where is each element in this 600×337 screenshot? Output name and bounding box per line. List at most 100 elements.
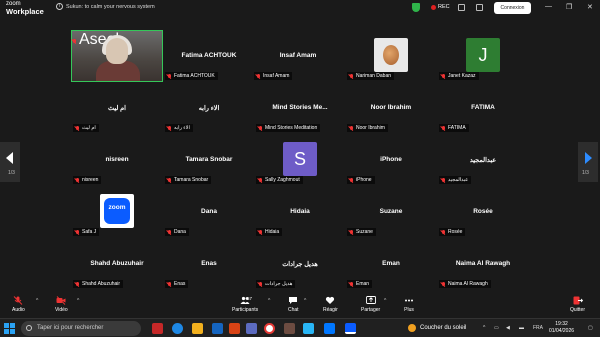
maximize-button[interactable]: ❐: [566, 3, 572, 11]
volume-icon[interactable]: ◀: [506, 325, 510, 331]
app-icon[interactable]: [284, 323, 295, 334]
chrome-icon[interactable]: [264, 323, 275, 334]
chat-button[interactable]: Chat: [288, 296, 299, 313]
react-button[interactable]: Réagir: [323, 296, 338, 313]
close-button[interactable]: ✕: [587, 3, 593, 11]
file-explorer-icon[interactable]: [192, 323, 203, 334]
participant-tile-video[interactable]: Aseel: [71, 30, 163, 82]
participant-name: Mind Stories Me...: [272, 104, 328, 111]
participants-button[interactable]: 57 Participants: [232, 296, 258, 313]
telegram-icon[interactable]: [324, 323, 335, 334]
participant-name: Hidaia: [290, 208, 310, 215]
page-indicator-right: 1/3: [582, 170, 589, 176]
mic-muted-icon: [75, 177, 80, 183]
participant-label: Insaf Amam: [254, 72, 293, 80]
clock-time: 19:32: [555, 321, 568, 327]
view-options-icon[interactable]: [476, 4, 483, 11]
participant-tile[interactable]: هديل جرادات هديل جرادات: [254, 238, 346, 290]
mic-muted-icon: [349, 73, 354, 79]
meeting-info[interactable]: i Sukun: to calm your nervous system: [56, 3, 155, 10]
participant-tile[interactable]: Suzane Suzane: [345, 186, 437, 238]
participant-label: Shahd Abuzuhair: [73, 280, 124, 288]
participant-tile[interactable]: Naima Al Rawagh Naima Al Rawagh: [437, 238, 529, 290]
participants-label: Participants: [232, 307, 259, 313]
taskbar-search-box[interactable]: Taper ici pour rechercher: [21, 321, 141, 336]
store-icon[interactable]: [303, 323, 314, 334]
participant-tile[interactable]: Fatima ACHTOUK Fatima ACHTOUK: [163, 30, 255, 82]
participant-label: nisreen: [73, 176, 102, 184]
video-button[interactable]: Vidéo: [55, 296, 68, 313]
participant-tile[interactable]: zoom Safa J: [71, 186, 163, 238]
participant-name: Insaf Amam: [279, 52, 317, 59]
participant-tile[interactable]: ام ليث ام ليث: [71, 82, 163, 134]
participant-tile[interactable]: J Janet Kazaz: [437, 30, 529, 82]
participant-tile[interactable]: عبدالمجيد عبدالمجيد: [437, 134, 529, 186]
participant-label: Mind Stories Meditation: [256, 124, 321, 132]
participant-tile[interactable]: Shahd Abuzuhair Shahd Abuzuhair: [71, 238, 163, 290]
audio-button[interactable]: Audio: [12, 296, 25, 313]
next-page-arrow-icon[interactable]: [578, 142, 598, 182]
mic-muted-icon: [349, 281, 354, 287]
leave-button[interactable]: Quitter: [570, 296, 585, 313]
brand-line2: Workplace: [6, 7, 44, 16]
participant-tile[interactable]: Nariman Daban: [345, 30, 437, 82]
participant-tile[interactable]: Enas Enas: [163, 238, 255, 290]
participant-tile[interactable]: Hidaia Hidaia: [254, 186, 346, 238]
gallery-view-icon[interactable]: [458, 4, 465, 11]
recording-indicator[interactable]: REC: [431, 4, 450, 10]
language-indicator[interactable]: FRA: [533, 325, 543, 331]
mic-muted-icon: [256, 73, 261, 79]
participant-tile[interactable]: Dana Dana: [163, 186, 255, 238]
notifications-icon[interactable]: ▢: [588, 325, 593, 331]
participant-tile[interactable]: Noor Ibrahim Noor Ibrahim: [345, 82, 437, 134]
battery-icon[interactable]: ▬: [519, 325, 524, 331]
mic-muted-icon: [349, 125, 354, 131]
participant-tile[interactable]: nisreen nisreen: [71, 134, 163, 186]
participant-tile[interactable]: Insaf Amam Insaf Amam: [252, 30, 344, 82]
minimize-button[interactable]: —: [545, 3, 552, 10]
participant-tile[interactable]: Eman Eman: [345, 238, 437, 290]
previous-page-arrow-icon[interactable]: [0, 142, 20, 182]
chat-options-caret-icon[interactable]: ^: [304, 298, 306, 304]
word-icon[interactable]: [212, 323, 223, 334]
connect-button[interactable]: Connexion: [494, 2, 531, 14]
mic-muted-icon: [349, 229, 354, 235]
weather-widget[interactable]: Coucher du soleil: [408, 324, 466, 332]
pdf-reader-icon[interactable]: [152, 323, 163, 334]
participants-options-caret-icon[interactable]: ^: [268, 298, 270, 304]
participant-label: Fatima ACHTOUK: [165, 72, 218, 80]
mic-muted-icon: [258, 281, 263, 287]
windows-start-icon[interactable]: [4, 323, 15, 334]
share-options-caret-icon[interactable]: ^: [384, 298, 386, 304]
video-options-caret-icon[interactable]: ^: [77, 298, 79, 304]
participant-label: Suzane: [347, 228, 376, 236]
audio-options-caret-icon[interactable]: ^: [36, 298, 38, 304]
participant-tile[interactable]: FATIMA FATIMA: [437, 82, 529, 134]
share-button[interactable]: Partager: [361, 296, 380, 313]
zoom-taskbar-icon[interactable]: [345, 323, 356, 334]
tray-overflow-icon[interactable]: ^: [483, 325, 485, 331]
security-shield-icon[interactable]: [412, 3, 420, 12]
powerpoint-icon[interactable]: [229, 323, 240, 334]
edge-browser-icon[interactable]: [172, 323, 183, 334]
participant-tile[interactable]: Rosée Rosée: [437, 186, 529, 238]
participant-tile[interactable]: Mind Stories Me... Mind Stories Meditati…: [254, 82, 346, 134]
teams-icon[interactable]: [246, 323, 257, 334]
participant-tile[interactable]: S Sally Zaghmout: [254, 134, 346, 186]
zoom-logo-avatar: zoom: [100, 194, 134, 228]
clock[interactable]: 19:32 01/04/2026: [549, 321, 574, 335]
participant-label: Dana: [165, 228, 189, 236]
network-icon[interactable]: ▭: [494, 325, 499, 331]
info-icon[interactable]: i: [56, 3, 63, 10]
mic-muted-icon: [258, 177, 263, 183]
participant-name: هديل جرادات: [282, 261, 318, 268]
windows-taskbar: Taper ici pour rechercher Coucher du sol…: [0, 318, 600, 337]
zoom-window: zoom Workplace i Sukun: to calm your ner…: [0, 0, 600, 337]
more-icon: [405, 299, 413, 302]
participant-tile[interactable]: iPhone iPhone: [345, 134, 437, 186]
participant-tile[interactable]: الاء رابه الاء رابه: [163, 82, 255, 134]
mic-muted-icon: [167, 281, 172, 287]
more-button[interactable]: Plus: [404, 296, 414, 313]
participant-tile[interactable]: Tamara Snobar Tamara Snobar: [163, 134, 255, 186]
search-icon: [26, 325, 32, 331]
